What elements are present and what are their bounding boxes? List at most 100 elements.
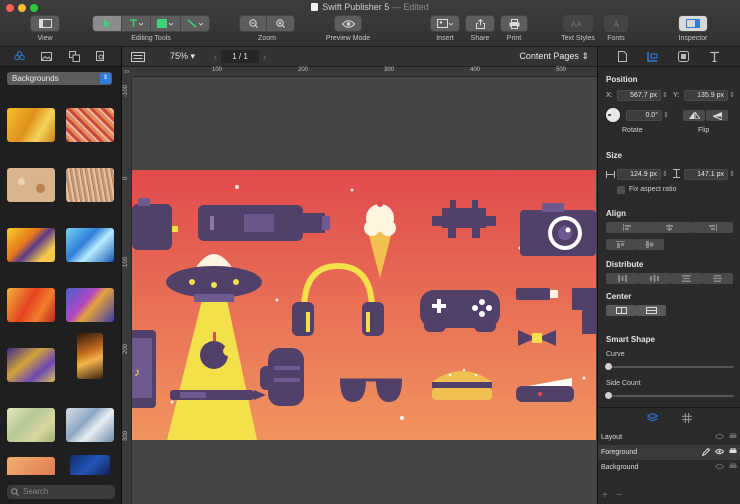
layer-row[interactable]: Background [598, 460, 740, 475]
rotate-field[interactable]: 0.0° [626, 110, 662, 121]
background-thumbnail[interactable] [7, 408, 55, 442]
eye-icon[interactable] [715, 463, 724, 470]
document-tab-icon[interactable] [618, 51, 627, 62]
tab-images[interactable] [41, 51, 53, 63]
background-thumbnail[interactable] [7, 168, 55, 202]
view-group: View [30, 15, 60, 42]
add-layer-button[interactable]: + [602, 490, 608, 501]
category-select[interactable]: Backgrounds ⇕ [7, 72, 112, 85]
inspector-button[interactable] [678, 15, 708, 32]
text-styles-button[interactable]: AA [563, 15, 593, 32]
distribute-horizontal-button[interactable] [606, 273, 638, 284]
eye-icon[interactable] [715, 448, 724, 455]
editing-tools-label: Editing Tools [131, 35, 171, 42]
ruler-tick: 500 [556, 67, 567, 73]
select-tool-button[interactable] [93, 16, 122, 31]
flip-vertical-button[interactable] [706, 110, 728, 121]
tab-shapes[interactable] [68, 51, 80, 63]
rotate-dial[interactable] [606, 108, 620, 122]
content-pages-dropdown[interactable]: Content Pages ⇕ [519, 51, 589, 62]
height-field[interactable]: 147.1 px [684, 169, 728, 180]
background-thumbnail[interactable] [77, 333, 103, 379]
printer-icon[interactable] [729, 463, 737, 470]
curve-slider-knob[interactable] [605, 363, 612, 370]
stepper-icon[interactable]: ⇕ [729, 170, 735, 178]
background-thumbnail[interactable] [7, 288, 55, 322]
page-field[interactable]: 1 / 1 [221, 50, 259, 63]
background-thumbnail[interactable] [66, 228, 114, 262]
search-field[interactable]: Search [7, 485, 115, 499]
font-icon: A [613, 19, 620, 28]
align-center-button[interactable] [648, 222, 691, 233]
artboard[interactable]: ♪ [132, 170, 596, 440]
background-thumbnail[interactable] [7, 228, 55, 262]
align-middle-button[interactable] [635, 239, 664, 250]
text-tool-button[interactable] [121, 16, 152, 31]
x-position-field[interactable]: 567.7 px [617, 90, 661, 101]
geometry-tab-icon[interactable] [647, 51, 658, 62]
background-thumbnail[interactable] [7, 108, 55, 142]
share-button[interactable] [465, 15, 495, 32]
eye-icon[interactable] [715, 433, 724, 440]
width-field[interactable]: 124.9 px [617, 169, 661, 180]
background-thumbnail[interactable] [7, 457, 55, 475]
curve-slider[interactable] [605, 363, 734, 370]
center-vertical-button[interactable] [636, 305, 666, 316]
chevron-updown-icon: ⇕ [100, 73, 111, 84]
flat-icons-illustration[interactable]: ♪ [132, 170, 596, 440]
background-thumbnail[interactable] [7, 348, 55, 382]
fix-aspect-checkbox[interactable] [617, 186, 625, 194]
arrow-pointer-icon [103, 18, 110, 29]
stepper-icon[interactable]: ⇕ [662, 170, 668, 178]
zoom-dropdown[interactable]: 75% ▾ [170, 51, 195, 62]
remove-layer-button[interactable]: − [616, 490, 622, 501]
inspector-group: Inspector [676, 15, 710, 42]
fonts-button[interactable]: A [604, 15, 628, 32]
svg-text:A: A [613, 19, 620, 28]
distribute-middle-button[interactable] [702, 273, 733, 284]
next-page-button[interactable]: › [263, 52, 266, 62]
stepper-icon[interactable]: ⇕ [662, 91, 668, 99]
background-thumbnail[interactable] [66, 288, 114, 322]
line-tool-button[interactable] [180, 16, 209, 31]
printer-icon[interactable] [729, 448, 737, 455]
printer-icon[interactable] [729, 433, 737, 440]
printer-icon [509, 18, 519, 29]
zoom-in-button[interactable] [267, 16, 294, 31]
tab-search[interactable] [95, 51, 107, 63]
shape-tool-button[interactable] [151, 16, 181, 31]
background-thumbnail[interactable] [66, 168, 114, 202]
distribute-center-button[interactable] [638, 273, 670, 284]
previous-page-button[interactable]: ‹ [214, 52, 217, 62]
background-thumbnail[interactable] [70, 455, 110, 475]
flip-horizontal-button[interactable] [683, 110, 705, 121]
y-position-field[interactable]: 135.9 px [684, 90, 728, 101]
tab-backgrounds[interactable] [14, 51, 26, 63]
layer-row[interactable]: Foreground [598, 445, 740, 460]
text-tab-icon[interactable] [709, 51, 720, 62]
stepper-icon[interactable]: ⇕ [663, 111, 669, 119]
align-left-button[interactable] [606, 222, 648, 233]
background-thumbnail[interactable] [66, 108, 114, 142]
preview-mode-button[interactable] [334, 15, 362, 32]
side-count-slider-knob[interactable] [605, 392, 612, 399]
align-right-button[interactable] [691, 222, 733, 233]
side-count-slider[interactable] [605, 392, 734, 399]
fill-tab-icon[interactable] [678, 51, 689, 62]
insert-button[interactable] [430, 15, 460, 32]
stepper-icon[interactable]: ⇕ [729, 91, 735, 99]
print-button[interactable] [500, 15, 528, 32]
layer-row[interactable]: Layout [598, 430, 740, 445]
background-thumbnail[interactable] [66, 408, 114, 442]
center-horizontal-button[interactable] [606, 305, 636, 316]
pencil-icon[interactable] [702, 448, 710, 456]
distribute-vertical-button[interactable] [670, 273, 702, 284]
zoom-out-button[interactable] [240, 16, 268, 31]
view-button[interactable] [30, 15, 60, 32]
flip-vertical-icon [712, 111, 722, 120]
grid-icon[interactable] [682, 413, 692, 423]
align-top-button[interactable] [606, 239, 635, 250]
keyboard-icon[interactable] [131, 52, 145, 62]
window-title: Swift Publisher 5 — Edited [0, 2, 740, 12]
layers-icon[interactable] [647, 413, 658, 423]
